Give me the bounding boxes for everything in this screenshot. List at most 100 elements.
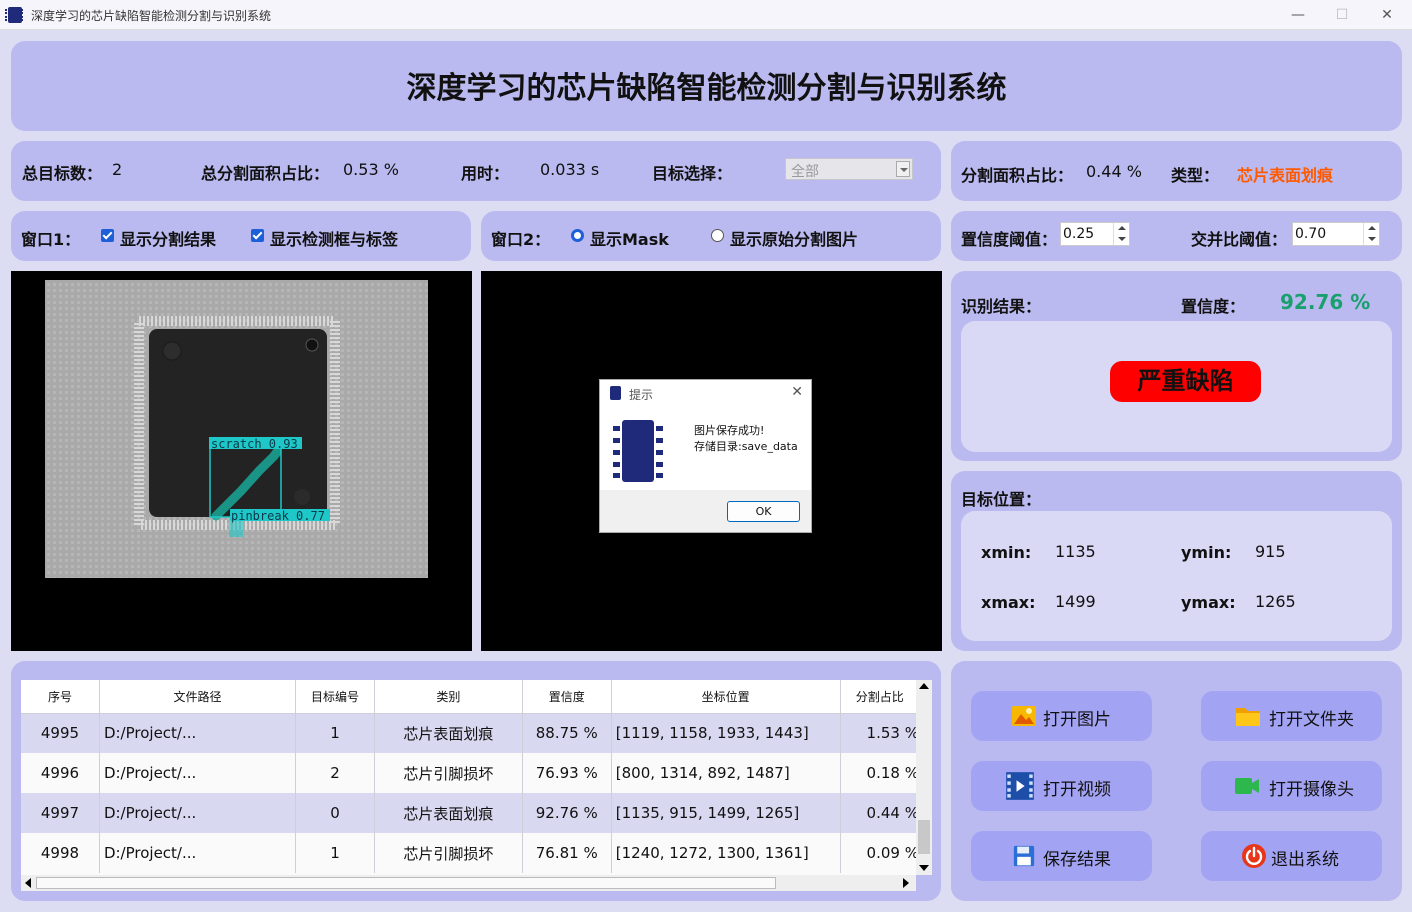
position-display: xmin: 1135 ymin: 915 xmax: 1499 ymax: 12…: [961, 511, 1392, 641]
show-mask-radio[interactable]: [571, 229, 584, 242]
table-cell: [1119, 1158, 1933, 1443]: [611, 713, 841, 753]
target-select-value: 全部: [791, 164, 819, 180]
scroll-left-icon[interactable]: [25, 878, 31, 888]
open-video-button[interactable]: 打开视频: [971, 761, 1152, 811]
table-cell: 92.76 %: [522, 793, 612, 833]
column-header[interactable]: 文件路径: [99, 680, 297, 714]
show-boxes-label[interactable]: 显示检测框与标签: [270, 226, 398, 250]
exit-system-button[interactable]: 退出系统: [1201, 831, 1382, 881]
chip-icon: [613, 420, 663, 482]
open-folder-label: 打开文件夹: [1269, 710, 1354, 730]
table-row[interactable]: 4996 D:/Project/... 2 芯片引脚损坏 76.93 % [800, 13…: [21, 753, 920, 793]
xmax-value: 1499: [1055, 592, 1096, 611]
open-folder-button[interactable]: 打开文件夹: [1201, 691, 1382, 741]
show-segmentation-label[interactable]: 显示分割结果: [120, 226, 216, 250]
chevron-down-icon: [896, 161, 910, 177]
table-cell: 4997: [21, 793, 100, 833]
image-window-1: scratch 0.93 pinbreak 0.77: [11, 271, 472, 651]
table-cell: [1240, 1272, 1300, 1361]: [611, 833, 841, 873]
table-cell: 0.09 %: [840, 833, 920, 873]
scroll-up-icon[interactable]: [919, 683, 929, 689]
table-cell: 0.18 %: [840, 753, 920, 793]
power-icon: [1242, 844, 1266, 868]
minimize-button[interactable]: —: [1283, 4, 1313, 26]
table-cell: D:/Project/...: [99, 753, 297, 793]
defect-status-badge: 严重缺陷: [1110, 361, 1261, 402]
column-header[interactable]: 置信度: [522, 680, 612, 714]
confidence-threshold-spinbox[interactable]: 0.25: [1060, 222, 1130, 246]
exit-system-label: 退出系统: [1271, 850, 1339, 870]
area-ratio-label: 分割面积占比：: [961, 166, 1074, 185]
save-icon: [1013, 845, 1035, 867]
video-icon: [1006, 772, 1034, 800]
table-cell: [800, 1314, 892, 1487]: [611, 753, 841, 793]
column-header[interactable]: 类别: [374, 680, 523, 714]
table-cell: 4996: [21, 753, 100, 793]
column-header[interactable]: 坐标位置: [611, 680, 841, 714]
dialog-close-icon[interactable]: ✕: [791, 384, 803, 400]
dialog-body: 图片保存成功! 存储目录:save_data: [600, 408, 811, 490]
table-cell: D:/Project/...: [99, 713, 297, 753]
position-panel: 目标位置： xmin: 1135 ymin: 915 xmax: 1499 ym…: [951, 471, 1402, 651]
column-header[interactable]: 序号: [21, 680, 100, 714]
chip-app-icon: [5, 7, 23, 23]
table-row[interactable]: 4998 D:/Project/... 1 芯片引脚损坏 76.81 % [1240, 1…: [21, 833, 920, 873]
horizontal-scroll-thumb[interactable]: [36, 877, 776, 889]
window2-label: 窗口2：: [491, 230, 551, 249]
xmax-label: xmax:: [981, 593, 1036, 612]
position-label: 目标位置：: [961, 490, 1042, 509]
column-header[interactable]: 分割占比: [840, 680, 920, 714]
vertical-scroll-thumb[interactable]: [918, 820, 930, 854]
scroll-down-icon[interactable]: [919, 865, 929, 871]
open-camera-button[interactable]: 打开摄像头: [1201, 761, 1382, 811]
target-select-label: 目标选择：: [652, 164, 733, 183]
dialog-ok-button[interactable]: OK: [727, 501, 800, 522]
iou-threshold-spinbox[interactable]: 0.70: [1292, 222, 1380, 246]
show-mask-label[interactable]: 显示Mask: [590, 226, 669, 250]
table-cell: 1: [295, 833, 375, 873]
result-confidence-value: 92.76 %: [1280, 290, 1371, 314]
scratch-label: scratch 0.93: [211, 437, 298, 451]
window1-label: 窗口1：: [21, 230, 81, 249]
open-image-button[interactable]: 打开图片: [971, 691, 1152, 741]
results-table-container: 序号 文件路径 目标编号 类别 置信度 坐标位置 分割占比 4995 D:/Project/.…: [21, 680, 920, 875]
scroll-right-icon[interactable]: [903, 878, 909, 888]
time-value: 0.033 s: [540, 160, 600, 179]
open-video-label: 打开视频: [1043, 780, 1111, 800]
target-select-dropdown[interactable]: 全部: [785, 158, 913, 180]
close-button[interactable]: ✕: [1372, 4, 1402, 26]
table-cell: 88.75 %: [522, 713, 612, 753]
table-row[interactable]: 4997 D:/Project/... 0 芯片表面划痕 92.76 % [1135, 9…: [21, 793, 920, 833]
window2-options: 窗口2： 显示Mask 显示原始分割图片: [481, 211, 941, 261]
table-cell: 4995: [21, 713, 100, 753]
table-cell: 0.44 %: [840, 793, 920, 833]
show-segmentation-checkbox[interactable]: [101, 229, 114, 242]
iou-threshold-value: 0.70: [1295, 226, 1327, 242]
table-cell: 芯片表面划痕: [374, 793, 523, 833]
horizontal-scrollbar[interactable]: [21, 875, 916, 891]
show-original-radio[interactable]: [711, 229, 724, 242]
ymax-label: ymax:: [1181, 593, 1236, 612]
open-camera-label: 打开摄像头: [1269, 780, 1354, 800]
show-boxes-checkbox[interactable]: [251, 229, 264, 242]
save-results-button[interactable]: 保存结果: [971, 831, 1152, 881]
maximize-button[interactable]: ☐: [1327, 4, 1357, 26]
show-original-label[interactable]: 显示原始分割图片: [730, 226, 858, 250]
table-cell: 1.53 %: [840, 713, 920, 753]
folder-icon: [1236, 708, 1260, 726]
page-title: 深度学习的芯片缺陷智能检测分割与识别系统: [406, 71, 1007, 106]
spin-arrows-icon[interactable]: [1363, 223, 1379, 245]
vertical-scrollbar[interactable]: [916, 680, 932, 875]
open-image-label: 打开图片: [1043, 710, 1111, 730]
pinbreak-label: pinbreak 0.77: [231, 509, 325, 523]
table-row[interactable]: 4995 D:/Project/... 1 芯片表面划痕 88.75 % [1119, 1…: [21, 713, 920, 753]
table-cell: 76.81 %: [522, 833, 612, 873]
column-header[interactable]: 目标编号: [295, 680, 375, 714]
actions-panel: 打开图片 打开文件夹 打开视频 打开摄像头 保存结果 退出系统: [951, 661, 1402, 901]
dialog-message-line1: 图片保存成功!: [694, 424, 765, 437]
spin-arrows-icon[interactable]: [1113, 223, 1129, 245]
result-panel: 识别结果： 置信度： 92.76 % 严重缺陷: [951, 271, 1402, 461]
area-ratio-value: 0.44 %: [1086, 162, 1142, 181]
total-targets-value: 2: [112, 160, 123, 179]
table-cell: 2: [295, 753, 375, 793]
